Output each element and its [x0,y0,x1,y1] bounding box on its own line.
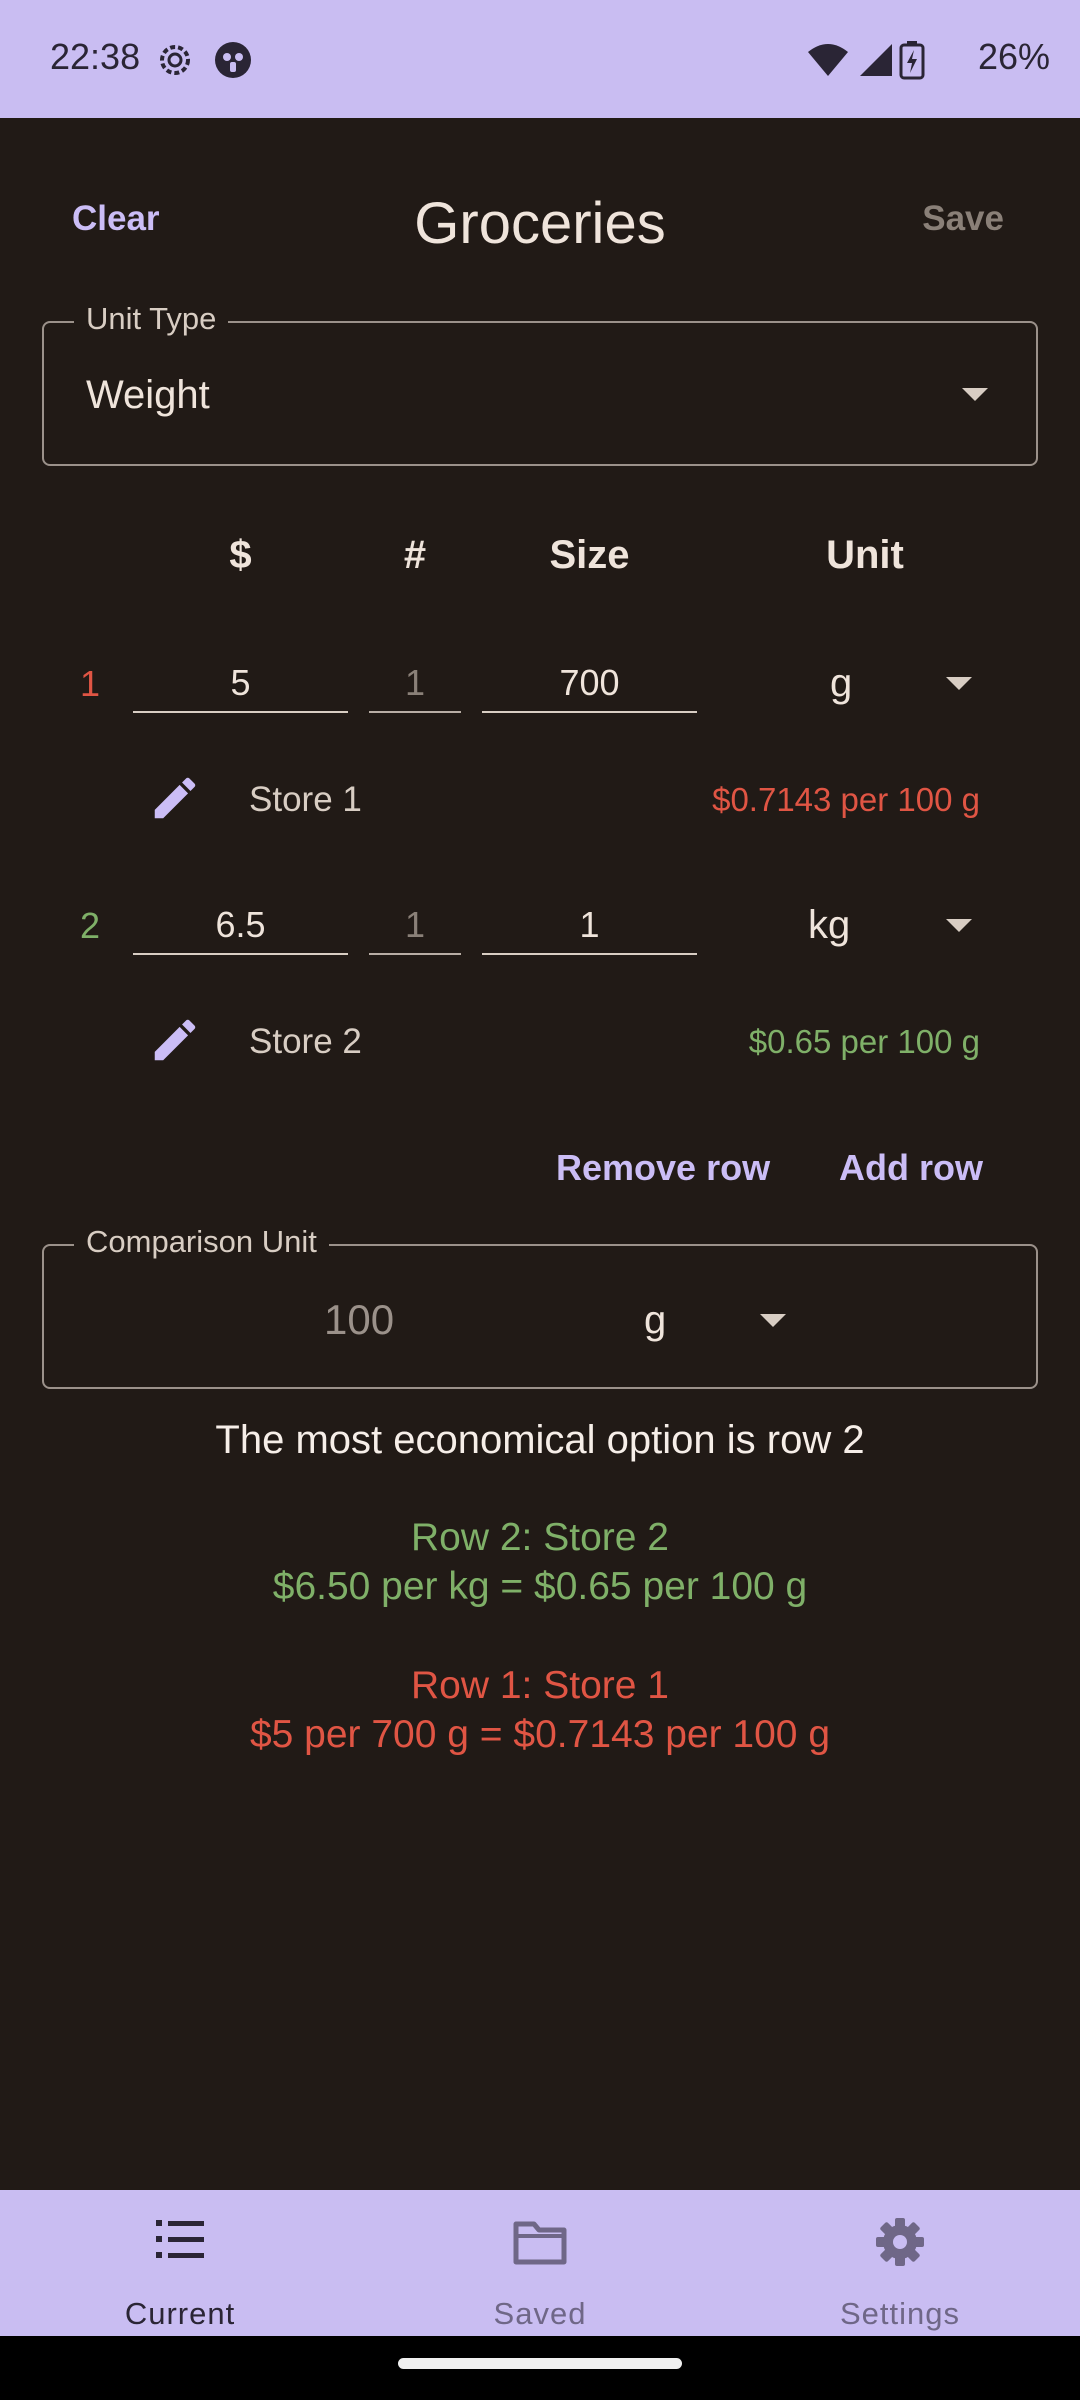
list-numbered-icon [156,2220,204,2258]
unit-dropdown[interactable]: g [760,653,990,715]
per-unit-price: $0.7143 per 100 g [712,781,980,818]
nav-item-saved[interactable]: Saved [360,2190,720,2336]
best-result-title: Row 2: Store 2 [411,1516,669,1559]
column-header-count: # [403,533,427,577]
wifi-icon [808,44,848,76]
store-name: Store 2 [249,1022,362,1061]
price-input[interactable]: 6.5 [133,895,348,955]
store-name: Store 1 [249,780,362,819]
comparison-unit-value[interactable]: g [644,1298,666,1343]
nav-label-saved: Saved [493,2296,587,2331]
nav-item-current[interactable]: Current [0,2190,360,2336]
battery-charging-icon [899,41,925,80]
status-bar: 22:38 26% [0,0,1080,118]
remove-row-button[interactable]: Remove row [556,1147,770,1189]
row-number: 1 [80,663,101,704]
cell-signal-icon [860,44,892,76]
status-time: 22:38 [50,36,141,77]
row-number: 2 [80,905,101,946]
bottom-navigation: Current Saved Settings [0,2190,1080,2336]
per-unit-price: $0.65 per 100 g [748,1023,980,1060]
settings-notification-icon [160,45,190,75]
best-result-detail: $6.50 per kg = $0.65 per 100 g [272,1565,808,1608]
edit-store-icon[interactable] [148,771,202,825]
add-row-button[interactable]: Add row [839,1147,983,1189]
unit-type-label: Unit Type [74,301,229,337]
other-result-detail: $5 per 700 g = $0.7143 per 100 g [249,1713,831,1756]
unit-value: g [830,661,853,705]
comparison-unit-field: Comparison Unit 100 g [42,1224,1038,1389]
dropdown-arrow-icon [946,677,972,690]
nav-label-settings: Settings [839,2296,960,2331]
app-notification-icon [215,42,251,78]
folder-icon [513,2221,567,2265]
home-gesture-handle[interactable] [398,2358,682,2369]
dropdown-arrow-icon [962,388,988,401]
app-screen: 22:38 26% Clear Groceries Save Unit Type [0,0,1080,2400]
nav-label-current: Current [124,2296,236,2331]
size-input[interactable]: 700 [482,653,697,713]
dropdown-arrow-icon[interactable] [760,1314,786,1327]
edit-store-icon[interactable] [148,1013,202,1067]
other-result-title: Row 1: Store 1 [411,1664,669,1707]
comparison-amount-input[interactable]: 100 [324,1296,394,1344]
gear-icon [876,2218,924,2266]
unit-type-dropdown[interactable]: Unit Type Weight [42,301,1038,466]
dropdown-arrow-icon [946,919,972,932]
count-input[interactable]: 1 [369,895,461,955]
column-header-price: $ [229,533,252,577]
unit-dropdown[interactable]: kg [760,895,990,957]
unit-type-value: Weight [86,373,210,417]
result-headline: The most economical option is row 2 [215,1418,865,1462]
count-input[interactable]: 1 [369,653,461,713]
nav-item-settings[interactable]: Settings [720,2190,1080,2336]
column-header-size: Size [549,533,630,577]
comparison-unit-label: Comparison Unit [74,1224,329,1260]
column-header-unit: Unit [826,533,904,577]
size-input[interactable]: 1 [482,895,697,955]
battery-percent: 26% [977,36,1050,77]
page-title: Groceries [414,191,666,256]
unit-value: kg [808,903,851,947]
price-input[interactable]: 5 [133,653,348,713]
save-button[interactable]: Save [922,199,1004,239]
